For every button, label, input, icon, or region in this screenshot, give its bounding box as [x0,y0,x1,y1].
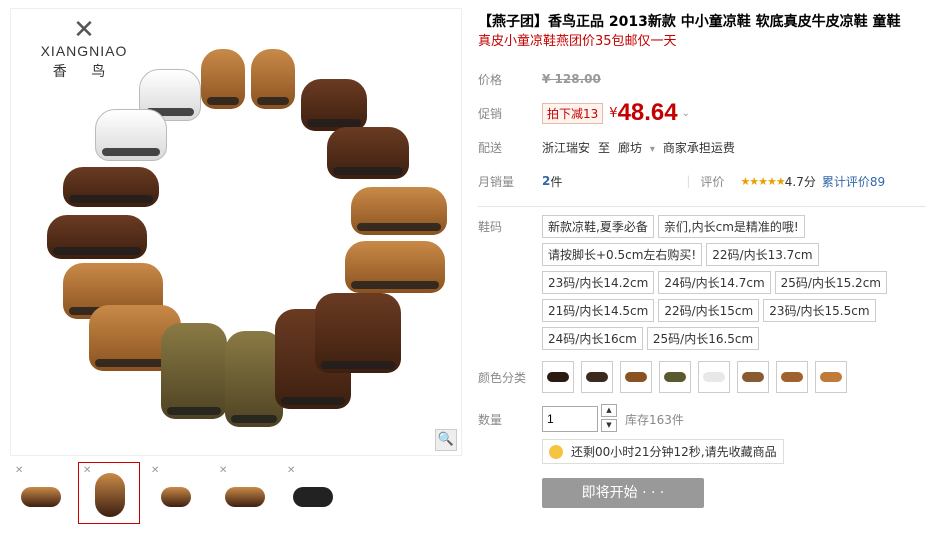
size-label: 鞋码 [478,220,503,234]
sandal-image [315,293,401,373]
logo-bird-icon: ✕ [73,15,95,45]
original-price: ¥ 128.00 [542,72,601,86]
sandal-thumbnail-icon [586,372,608,382]
thumbnail[interactable]: ✕ [282,462,344,524]
size-option[interactable]: 请按脚长+0.5cm左右购买! [542,243,703,266]
sales-label: 月销量 [478,174,515,189]
size-section: 鞋码 新款凉鞋,夏季必备 亲们,内长cm是精准的哦! 请按脚长+0.5cm左右购买!… [478,215,926,355]
quantity-input[interactable] [542,406,598,432]
sandal-thumbnail-icon [781,372,803,382]
thumbnail[interactable]: ✕ [10,462,72,524]
main-product-image[interactable]: ✕ XIANGNIAO 香 鸟 🔍 [10,8,462,456]
divider: | [686,174,691,188]
rating-score: 4.7分 [784,174,816,189]
color-swatch[interactable] [620,361,652,393]
color-swatches [542,361,847,393]
sales-count: 2 [542,174,551,188]
size-option[interactable]: 21码/内长14.5cm [542,299,655,322]
size-option[interactable]: 24码/内长16cm [542,327,643,350]
quantity-section: 数量 ▲ ▼ 库存163件 [478,399,926,439]
stock-count: 库存163件 [625,412,684,427]
brand-name-en: XIANGNIAO [40,43,128,59]
sandal-thumbnail-icon [820,372,842,382]
size-options: 新款凉鞋,夏季必备 亲们,内长cm是精准的哦!请按脚长+0.5cm左右购买! 22码… [542,215,926,355]
color-swatch[interactable] [659,361,691,393]
sandal-image [47,215,147,259]
price-label: 价格 [478,72,503,87]
lightbulb-icon [549,444,563,459]
size-option[interactable]: 新款凉鞋,夏季必备 [542,215,654,238]
divider [478,206,926,207]
product-info: 【燕子团】香鸟正品 2013新款 中小童凉鞋 软底真皮牛皮凉鞋 童鞋 真皮小童凉… [478,12,926,508]
ship-to-select[interactable]: 廊坊 ▾ [618,139,655,156]
decrease-arrow-icon[interactable]: ▼ [601,419,617,432]
sandal-image [201,49,245,109]
sandal-image [251,49,295,109]
color-swatch[interactable] [737,361,769,393]
sandal-image [327,127,409,179]
sales-unit: 件 [550,174,563,189]
sandal-thumbnail-icon [547,372,569,382]
sandal-thumbnail-icon [742,372,764,382]
sandal-thumbnail-icon [664,372,686,382]
price-section: 价格 ¥ 128.00 促销 拍下减13 ¥ 48.64 ⌄ 配送 浙江瑞安 至… [478,62,926,198]
shipping-fee: 商家承担运费 [662,140,735,155]
sandal-thumbnail-icon [625,372,647,382]
currency-symbol: ¥ [609,105,618,121]
size-option[interactable]: 24码/内长14.7cm [658,271,771,294]
sandal-image [301,79,367,131]
quantity-stepper: ▲ ▼ [601,404,617,434]
thumbnail-strip: ✕ ✕ ✕ ✕ ✕ [10,462,462,524]
sandal-thumbnail-icon [703,372,725,382]
chevron-down-icon[interactable]: ⌄ [682,108,690,119]
quantity-label: 数量 [478,412,503,427]
ship-to: 廊坊 [618,140,643,155]
countdown-text: 还剩00小时21分钟12秒,请先收藏商品 [571,445,777,459]
sandal-image [161,323,227,419]
gallery: ✕ XIANGNIAO 香 鸟 🔍 ✕ ✕ ✕ ✕ ✕ [10,8,462,524]
size-option[interactable]: 25码/内长15.2cm [774,271,887,294]
coming-soon-button[interactable]: 即将开始 · · · [542,478,704,508]
brand-name-cn: 香 鸟 [52,64,116,80]
rating-stars-icon: ★★★★★ [740,174,785,188]
size-option[interactable]: 25码/内长16.5cm [646,327,760,350]
color-swatch[interactable] [581,361,613,393]
color-swatch[interactable] [776,361,808,393]
promo-label: 促销 [478,106,503,121]
size-option[interactable]: 22码/内长15cm [658,299,760,322]
ship-to-word: 至 [598,140,611,155]
color-label: 颜色分类 [478,370,527,385]
sandal-image [351,187,447,235]
color-swatch[interactable] [815,361,847,393]
size-option[interactable]: 23码/内长15.5cm [763,299,876,322]
color-section: 颜色分类 [478,355,926,399]
color-swatch[interactable] [698,361,730,393]
size-option[interactable]: 22码/内长13.7cm [706,243,819,266]
current-price: 48.64 [617,99,678,126]
ship-from: 浙江瑞安 [542,140,591,155]
product-title: 【燕子团】香鸟正品 2013新款 中小童凉鞋 软底真皮牛皮凉鞋 童鞋 [478,14,901,30]
product-subtitle: 真皮小童凉鞋燕团价35包邮仅一天 [478,34,677,49]
size-option[interactable]: 23码/内长14.2cm [542,271,655,294]
thumbnail-selected[interactable]: ✕ [78,462,140,524]
size-option[interactable]: 亲们,内长cm是精准的哦! [657,215,805,238]
zoom-icon[interactable]: 🔍 [435,429,457,451]
sandal-image [95,109,167,161]
brand-logo: ✕ XIANGNIAO 香 鸟 [29,17,139,81]
rating-label: 评价 [700,174,725,189]
color-swatch[interactable] [542,361,574,393]
thumbnail[interactable]: ✕ [146,462,208,524]
countdown-notice: 还剩00小时21分钟12秒,请先收藏商品 [542,439,784,464]
thumbnail[interactable]: ✕ [214,462,276,524]
promo-tag: 拍下减13 [542,102,604,124]
sandal-image [63,167,159,207]
dropdown-arrow-icon: ▾ [649,143,655,155]
review-count-link[interactable]: 累计评价89 [822,173,885,190]
shipping-label: 配送 [478,140,503,155]
increase-arrow-icon[interactable]: ▲ [601,404,617,417]
sandal-image [345,241,445,293]
